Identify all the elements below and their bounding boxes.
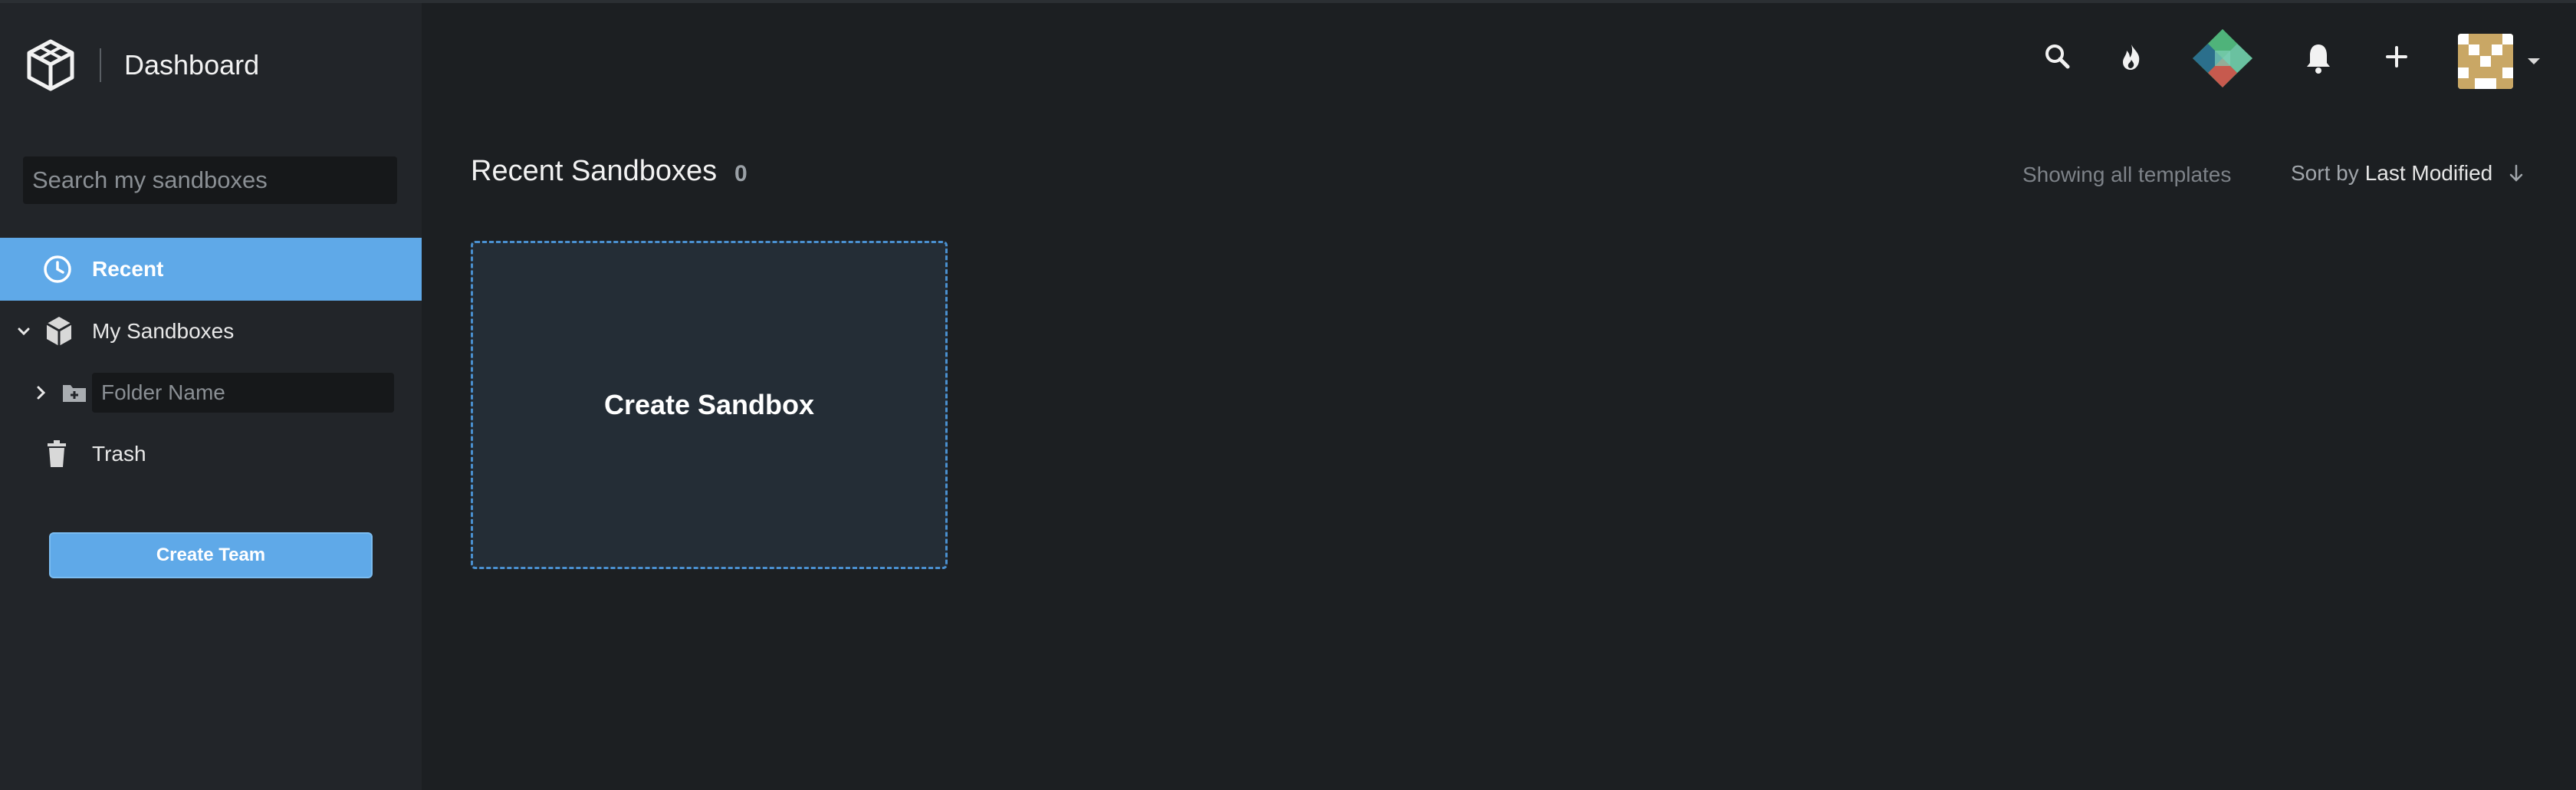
avatar[interactable] xyxy=(2458,34,2513,89)
sidebar-item-label: Recent xyxy=(92,257,164,281)
sidebar-item-my-sandboxes[interactable]: My Sandboxes xyxy=(0,301,422,362)
template-filter[interactable]: Showing all templates xyxy=(2022,163,2231,187)
folder-plus-icon xyxy=(63,385,86,402)
sidebar-item-new-folder xyxy=(0,370,422,416)
sidebar-item-recent[interactable]: Recent xyxy=(0,238,422,301)
sandbox-count-badge: 0 xyxy=(734,161,748,186)
sort-dropdown[interactable]: Sort by Last Modified xyxy=(2291,161,2525,186)
box-icon xyxy=(46,317,72,346)
folder-name-input[interactable] xyxy=(92,373,394,413)
plus-icon[interactable] xyxy=(2381,41,2412,72)
create-team-button[interactable]: Create Team xyxy=(49,532,373,578)
create-sandbox-card[interactable]: Create Sandbox xyxy=(471,241,948,569)
sidebar: Dashboard Recent My Sandboxes xyxy=(0,3,422,790)
section-title: Recent Sandboxes xyxy=(471,155,718,187)
gem-icon[interactable] xyxy=(2188,28,2257,89)
trash-icon xyxy=(48,440,66,467)
caret-down-icon[interactable] xyxy=(2525,55,2542,67)
sidebar-item-label: Trash xyxy=(92,442,146,466)
arrow-down-icon xyxy=(2510,164,2523,182)
sort-value: Last Modified xyxy=(2364,161,2493,185)
sort-prefix-label: Sort by xyxy=(2291,161,2359,185)
avatar-image xyxy=(2458,34,2513,89)
flame-icon[interactable] xyxy=(2118,41,2145,72)
bell-icon[interactable] xyxy=(2303,41,2334,75)
codesandbox-logo-icon[interactable] xyxy=(26,38,75,92)
sidebar-item-label: My Sandboxes xyxy=(92,319,235,343)
chevron-down-icon[interactable] xyxy=(15,323,32,340)
chevron-right-icon[interactable] xyxy=(32,384,49,401)
sidebar-item-trash[interactable]: Trash xyxy=(0,423,422,485)
search-icon[interactable] xyxy=(2042,41,2073,72)
clock-icon xyxy=(44,255,71,283)
create-sandbox-label: Create Sandbox xyxy=(603,389,815,420)
brand-header: Dashboard xyxy=(26,38,259,92)
brand-divider xyxy=(100,48,101,82)
page-title: Dashboard xyxy=(124,49,260,81)
search-sandboxes-input[interactable] xyxy=(23,156,397,204)
